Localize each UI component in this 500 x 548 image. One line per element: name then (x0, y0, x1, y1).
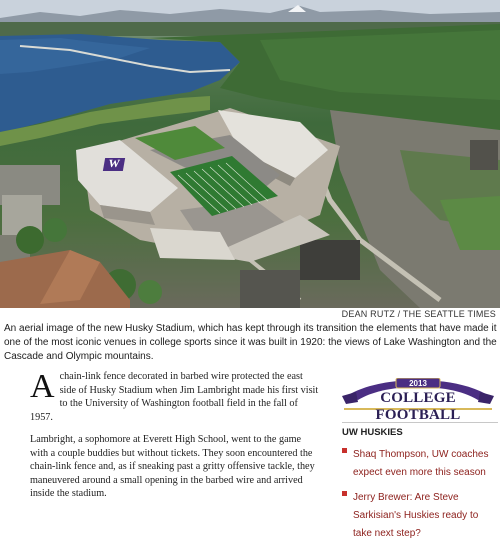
related-link-shaq-thompson[interactable]: Shaq Thompson, UW coaches expect even mo… (353, 449, 488, 478)
related-link-jerry-brewer[interactable]: Jerry Brewer: Are Steve Sarkisian's Husk… (353, 492, 478, 539)
banner-year: 2013 (409, 379, 427, 388)
photo-caption: An aerial image of the new Husky Stadium… (4, 323, 497, 362)
article-page: W DEAN RUTZ / THE SEATTLE TIMES An aeria… (0, 0, 500, 539)
bullet-icon (342, 491, 347, 496)
stadium-photo-art (0, 0, 500, 308)
related-link-item: Jerry Brewer: Are Steve Sarkisian's Husk… (342, 487, 498, 541)
banner-title: COLLEGE FOOTBALL (375, 390, 461, 423)
related-links-list: Shaq Thompson, UW coaches expect even mo… (342, 444, 498, 541)
related-sidebar: 2013 COLLEGE FOOTBALL UW HUSKIES Shaq Th… (342, 378, 498, 548)
stadium-aerial-photo: W (0, 0, 500, 308)
article-paragraph-2: Lambright, a sophomore at Everett High S… (30, 434, 315, 499)
article-paragraph-1: Achain-link fence decorated in barbed wi… (30, 370, 320, 424)
drop-cap: A (30, 368, 55, 405)
sidebar-section-heading: UW HUSKIES (342, 422, 498, 438)
article-paragraph-1-text: chain-link fence decorated in barbed wir… (30, 371, 319, 423)
article-body: Achain-link fence decorated in barbed wi… (30, 370, 320, 510)
bullet-icon (342, 448, 347, 453)
stadium-w-logo: W (102, 158, 126, 171)
related-link-item: Shaq Thompson, UW coaches expect even mo… (342, 444, 498, 480)
college-football-banner[interactable]: 2013 COLLEGE FOOTBALL (342, 378, 494, 423)
photo-credit: DEAN RUTZ / THE SEATTLE TIMES (341, 309, 496, 319)
